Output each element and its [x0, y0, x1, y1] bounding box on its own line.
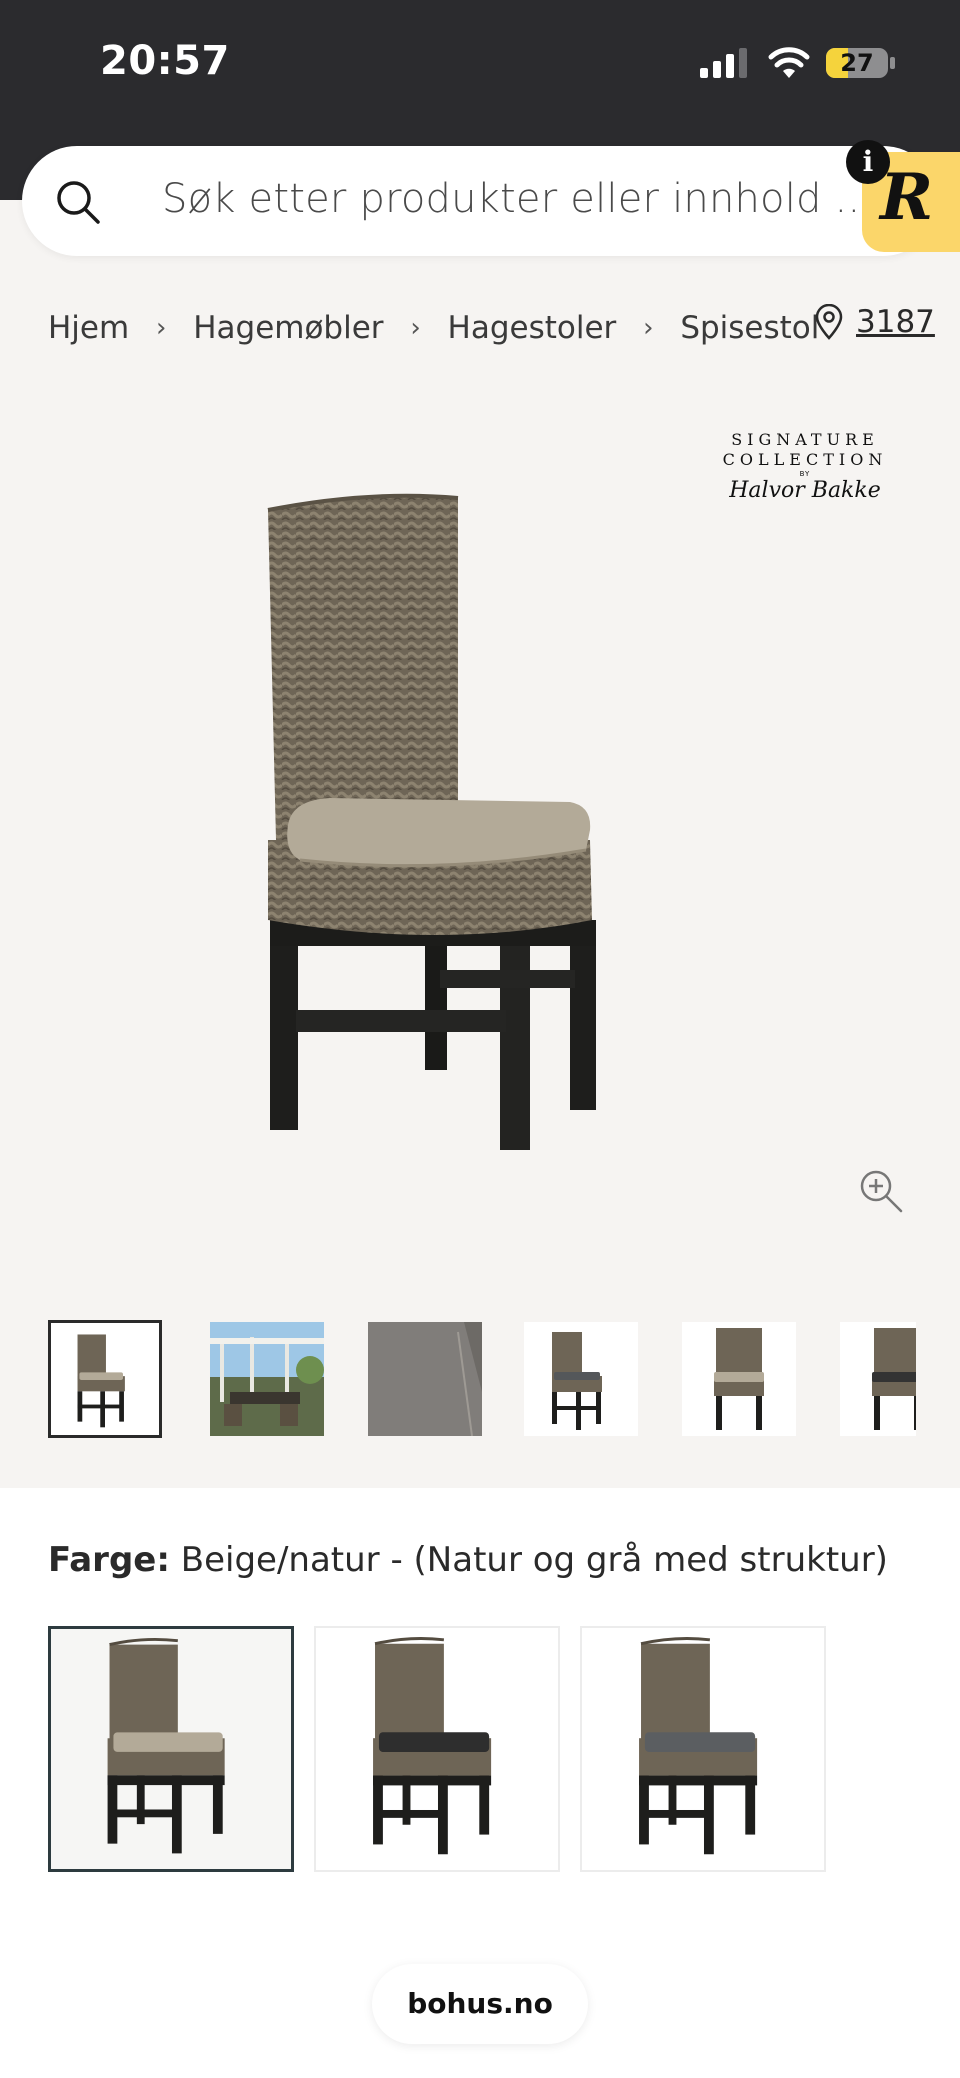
thumbnail-chair-beige-front[interactable]	[682, 1322, 796, 1436]
breadcrumb-item-garden-chairs[interactable]: Hagestoler	[448, 310, 617, 346]
chevron-right-icon: ›	[156, 313, 167, 343]
color-option-grey[interactable]	[580, 1626, 826, 1872]
status-time: 20:57	[100, 38, 230, 84]
color-option-black[interactable]	[314, 1626, 560, 1872]
color-label: Farge: Beige/natur - (Natur og grå med s…	[48, 1540, 888, 1580]
location-pin-icon	[815, 304, 843, 340]
color-label-value: Beige/natur - (Natur og grå med struktur…	[180, 1540, 888, 1580]
cellular-signal-icon	[700, 48, 747, 78]
thumbnail-chair-black[interactable]	[840, 1322, 916, 1436]
chevron-right-icon: ›	[643, 313, 654, 343]
search-icon	[57, 181, 100, 224]
thumbnail-chair-beige[interactable]	[48, 1320, 162, 1438]
r-logo-icon: R	[880, 160, 934, 235]
search-bar[interactable]: Søk etter produkter eller innhold ...	[22, 146, 938, 256]
breadcrumb-item-home[interactable]: Hjem	[48, 310, 129, 346]
wifi-icon	[768, 47, 810, 78]
breadcrumb-item-dining-chair[interactable]: Spisestol	[680, 310, 819, 346]
thumbnail-garden-scene[interactable]	[210, 1322, 324, 1436]
zoom-in-icon[interactable]	[858, 1168, 904, 1214]
thumbnail-chair-grey[interactable]	[524, 1322, 638, 1436]
signature-collection-logo: SIGNATURE COLLECTION BY Halvor Bakke	[722, 430, 888, 503]
breadcrumb: Hjem › Hagemøbler › Hagestoler › Spisest…	[48, 306, 819, 350]
battery-level: 27	[840, 49, 874, 77]
thumbnail-fabric-texture[interactable]	[368, 1322, 482, 1436]
color-option-beige[interactable]	[48, 1626, 294, 1872]
site-url-pill[interactable]: bohus.no	[372, 1964, 588, 2044]
product-main-image[interactable]	[240, 480, 720, 1180]
image-thumbnail-strip	[48, 1320, 916, 1440]
color-label-key: Farge:	[48, 1540, 170, 1580]
chevron-right-icon: ›	[410, 313, 421, 343]
search-input[interactable]: Søk etter produkter eller innhold ...	[162, 176, 873, 222]
store-number[interactable]: 3187	[856, 304, 935, 340]
store-selector[interactable]: 3187	[814, 304, 935, 340]
breadcrumb-item-garden-furniture[interactable]: Hagemøbler	[193, 310, 383, 346]
info-icon[interactable]: i	[846, 140, 890, 184]
